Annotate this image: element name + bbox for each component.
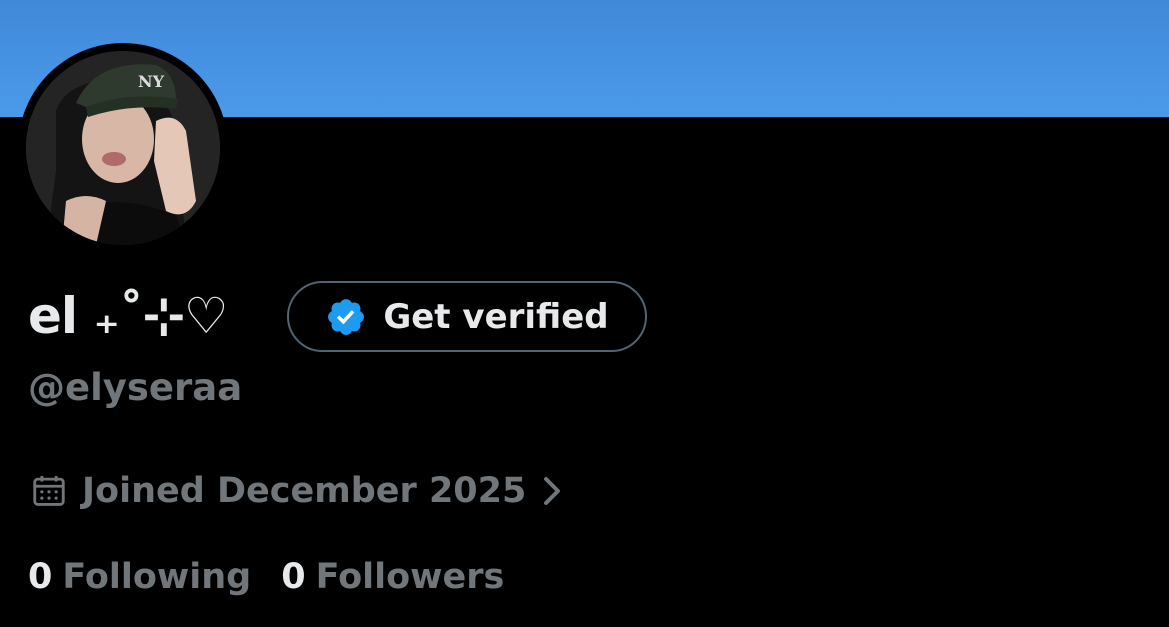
get-verified-label: Get verified [383, 296, 609, 337]
svg-text:NY: NY [138, 72, 165, 91]
joined-date-text: Joined December 2025 [82, 471, 527, 511]
profile-handle: @elyseraa [28, 366, 243, 409]
display-name-row: el ₊˚⊹♡ [28, 276, 229, 356]
chevron-right-icon [544, 477, 561, 505]
verified-badge-icon [328, 298, 365, 335]
followers-link[interactable]: 0 Followers [281, 557, 504, 597]
following-label: Following [62, 557, 252, 597]
followers-label: Followers [315, 557, 505, 597]
following-link[interactable]: 0 Following [28, 557, 251, 597]
display-name: el ₊˚⊹♡ [28, 287, 229, 345]
followers-count: 0 [281, 557, 306, 597]
follow-stats: 0 Following 0 Followers [28, 552, 534, 602]
joined-date-row[interactable]: Joined December 2025 [30, 466, 564, 516]
avatar[interactable]: NY [26, 51, 220, 245]
get-verified-button[interactable]: Get verified [287, 281, 647, 352]
profile-page: NY el ₊˚⊹♡ Get verified @elyseraa Joined… [0, 0, 1169, 627]
following-count: 0 [28, 557, 53, 597]
calendar-icon [33, 475, 65, 506]
